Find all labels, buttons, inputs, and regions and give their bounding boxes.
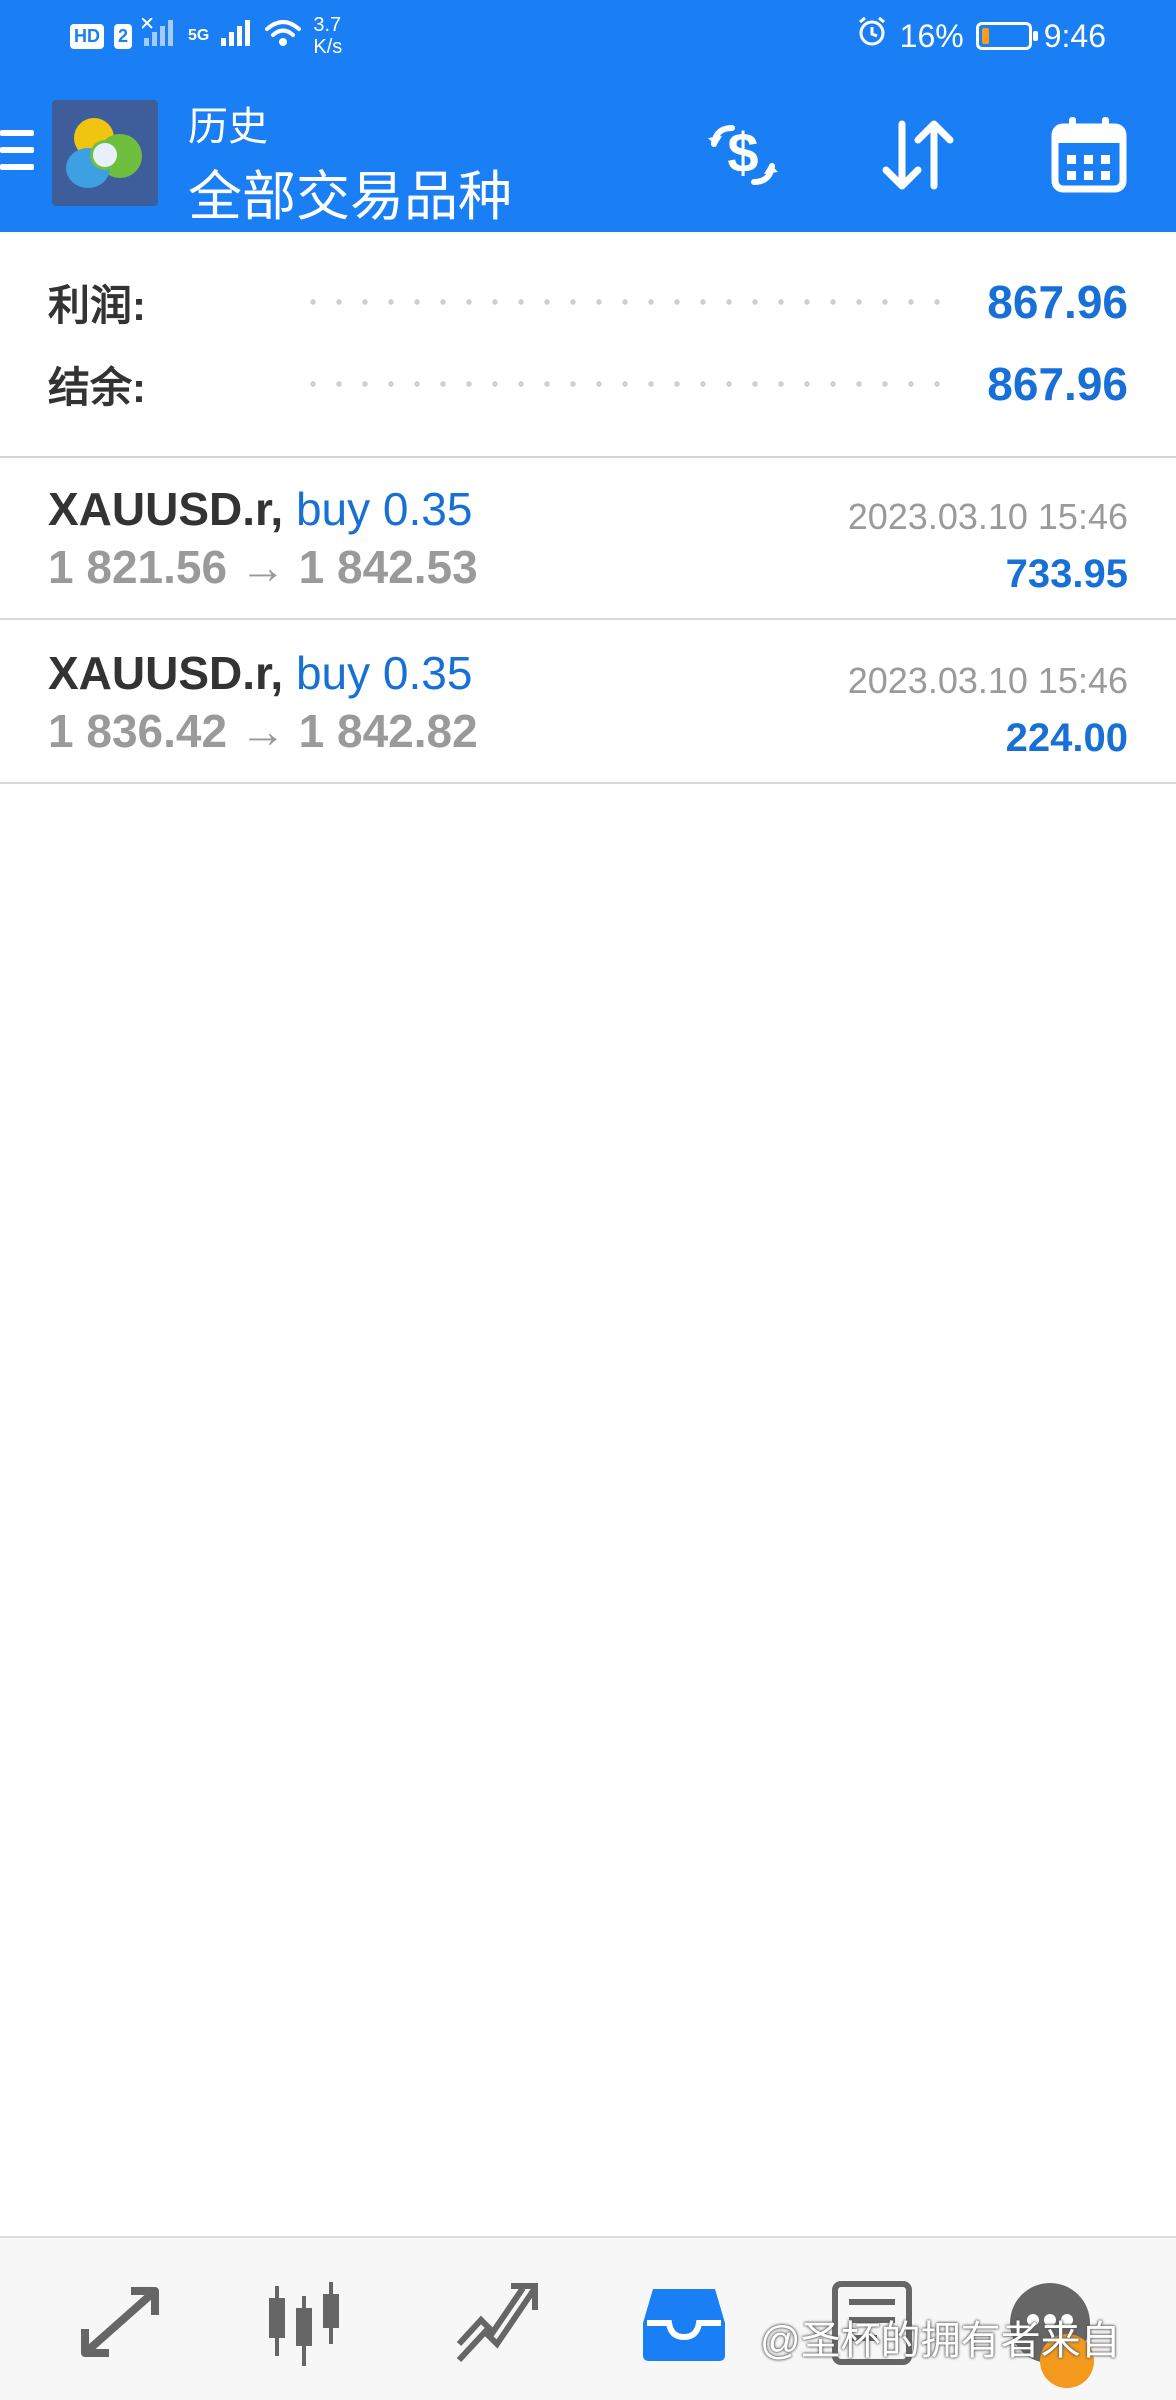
trade-prices: 1 821.56 → 1 842.53 — [48, 541, 478, 593]
symbol-filter[interactable]: 全部交易品种 — [188, 152, 512, 231]
trade-icon[interactable] — [448, 2278, 544, 2368]
balance-label: 结余: — [48, 363, 146, 411]
battery-fill — [981, 28, 989, 44]
app-bar: 历史 全部交易品种 $ — [0, 72, 1176, 232]
quotes-icon[interactable] — [72, 2278, 168, 2368]
dotted-leader — [300, 381, 958, 387]
status-right: 16% 9:46 — [856, 16, 1106, 56]
wifi-icon — [263, 17, 303, 55]
trade-profit: 733.95 — [1005, 552, 1128, 596]
sim-badge: 2 — [114, 23, 133, 49]
network-label: 5G — [188, 27, 210, 44]
battery-percent: 16% — [899, 17, 964, 54]
profit-value: 867.96 — [987, 276, 1128, 328]
signal-5g-icon — [219, 18, 253, 54]
profit-label: 利润: — [48, 281, 146, 329]
trade-side-volume: buy 0.35 — [295, 483, 473, 535]
watermark: @圣杯的拥有者来自 — [760, 2319, 1121, 2363]
trade-time: 2023.03.10 15:46 — [847, 496, 1128, 537]
trade-profit: 224.00 — [1005, 716, 1128, 760]
trade-side-volume: buy 0.35 — [295, 647, 473, 699]
menu-icon[interactable] — [0, 130, 34, 176]
page-title: 历史 — [188, 105, 268, 149]
trade-row[interactable]: XAUUSD.r, buy 0.35 1 821.56 → 1 842.53 2… — [0, 458, 1176, 620]
metatrader-logo — [52, 100, 158, 206]
battery-icon — [975, 22, 1038, 50]
trade-time: 2023.03.10 15:46 — [847, 660, 1128, 701]
net-speed-value: 3.7 — [313, 14, 342, 36]
trade-prices: 1 836.42 → 1 842.82 — [48, 705, 478, 757]
clock: 9:46 — [1043, 17, 1106, 54]
balance-row: 结余: 867.96 — [48, 354, 1128, 414]
net-speed-unit: K/s — [313, 36, 343, 58]
trade-symbol: XAUUSD.r — [48, 483, 271, 535]
history-icon[interactable] — [636, 2278, 732, 2368]
signal-icon — [141, 17, 178, 54]
balance-value: 867.96 — [987, 358, 1128, 410]
currency-exchange-icon[interactable]: $ — [698, 110, 788, 200]
trade-symbol-line: XAUUSD.r, buy 0.35 — [48, 647, 473, 699]
trade-symbol-line: XAUUSD.r, buy 0.35 — [48, 483, 473, 535]
hd-badge: HD — [70, 23, 104, 49]
dotted-leader — [300, 299, 958, 305]
top-bar: HD 2 5G 3.7 K/s 16% 9:46 历史 全部交易品种 $ — [0, 0, 1176, 232]
calendar-icon[interactable] — [1044, 110, 1134, 200]
status-bar: HD 2 5G 3.7 K/s 16% 9:46 — [0, 0, 1176, 72]
sort-icon[interactable] — [872, 110, 962, 200]
summary-panel: 利润: 867.96 结余: 867.96 — [0, 232, 1176, 458]
status-left: HD 2 5G 3.7 K/s — [70, 14, 342, 58]
alarm-icon — [856, 16, 888, 56]
profit-row: 利润: 867.96 — [48, 272, 1128, 332]
net-speed: 3.7 K/s — [313, 14, 342, 58]
chart-icon[interactable] — [256, 2278, 352, 2368]
trade-row[interactable]: XAUUSD.r, buy 0.35 1 836.42 → 1 842.82 2… — [0, 622, 1176, 784]
trade-symbol: XAUUSD.r — [48, 647, 271, 699]
